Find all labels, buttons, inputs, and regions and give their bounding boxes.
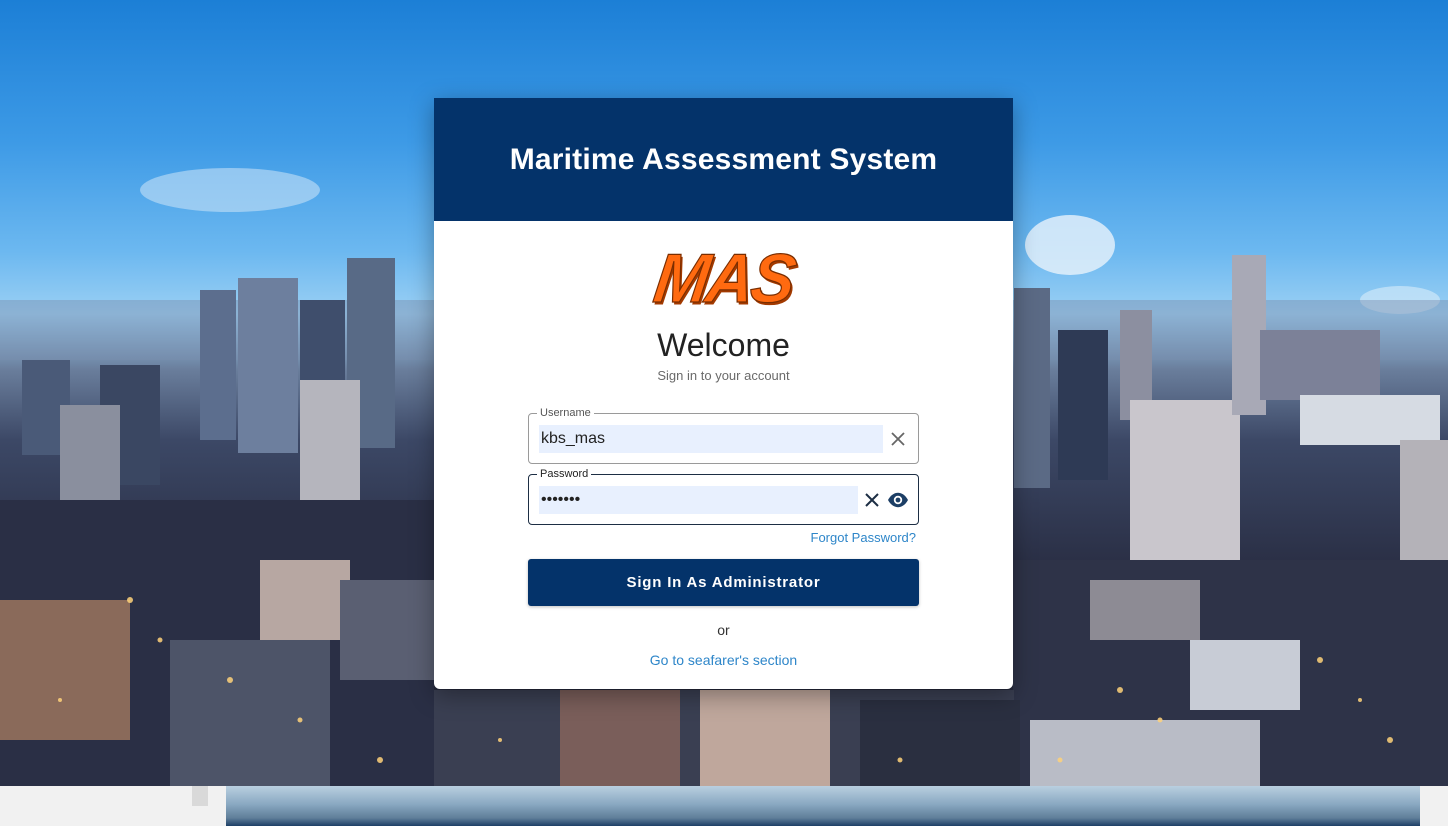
welcome-subtitle: Sign in to your account xyxy=(657,368,790,383)
login-form: MAS Welcome Sign in to your account User… xyxy=(434,221,1013,689)
seafarer-section-link[interactable]: Go to seafarer's section xyxy=(434,652,1013,668)
card-header: Maritime Assessment System xyxy=(434,98,1013,221)
or-divider-text: or xyxy=(717,622,730,638)
welcome-heading: Welcome xyxy=(657,327,790,363)
close-icon[interactable] xyxy=(860,488,884,512)
background-water-strip xyxy=(226,786,1420,826)
sign-in-admin-button[interactable]: Sign In As Administrator xyxy=(528,559,919,606)
password-field: Password xyxy=(528,467,919,525)
password-input[interactable] xyxy=(539,486,858,514)
username-input[interactable] xyxy=(539,425,883,453)
login-card: Maritime Assessment System MAS Welcome S… xyxy=(434,98,1013,689)
password-label: Password xyxy=(537,467,592,481)
close-icon[interactable] xyxy=(886,427,910,451)
background-fragment xyxy=(192,786,208,806)
page-title: Maritime Assessment System xyxy=(509,142,938,176)
username-field: Username xyxy=(528,406,919,464)
eye-icon[interactable] xyxy=(886,488,910,512)
username-label: Username xyxy=(537,406,594,420)
forgot-password-link[interactable]: Forgot Password? xyxy=(811,530,917,545)
mas-logo: MAS xyxy=(649,239,799,318)
mas-logo-text: MAS xyxy=(649,239,799,318)
